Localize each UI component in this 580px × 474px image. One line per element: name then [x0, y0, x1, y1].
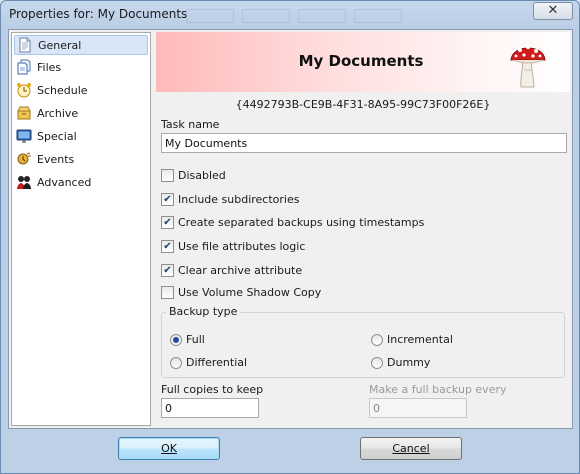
window-title: Properties for: My Documents — [9, 7, 188, 21]
sidebar-item-events[interactable]: Events — [14, 149, 148, 169]
option-clear-archive-attribute[interactable]: ✔ Clear archive attribute — [161, 264, 302, 277]
option-volume-shadow-copy[interactable]: Use Volume Shadow Copy — [161, 286, 321, 299]
sidebar-item-schedule[interactable]: Schedule — [14, 80, 148, 100]
radio-label: Dummy — [387, 356, 431, 369]
task-name-label: Task name — [161, 118, 220, 131]
sidebar-item-label: Special — [37, 129, 77, 143]
checkbox[interactable]: ✔ — [161, 240, 174, 253]
files-icon — [17, 59, 31, 75]
task-name-input[interactable] — [161, 133, 567, 153]
radio-label: Differential — [186, 356, 248, 369]
radio-button[interactable] — [170, 356, 182, 369]
radio-dummy[interactable]: Dummy — [371, 356, 430, 369]
option-label: Clear archive attribute — [178, 264, 303, 277]
backup-type-label: Backup type — [166, 305, 241, 318]
banner: My Documents — [156, 32, 570, 92]
full-backup-every-label: Make a full backup every — [369, 383, 507, 396]
full-copies-label: Full copies to keep — [161, 383, 264, 396]
sidebar-item-label: General — [38, 38, 82, 52]
radio-incremental[interactable]: Incremental — [371, 333, 453, 346]
title-bar[interactable]: Properties for: My Documents ✕ — [1, 1, 579, 29]
background-toolbar — [186, 9, 402, 23]
events-icon — [17, 152, 31, 165]
monitor-icon — [16, 129, 32, 143]
sidebar-item-archive[interactable]: Archive — [14, 103, 148, 123]
task-guid: {4492793B-CE9B-4F31-8A95-99C73F00F26E} — [235, 98, 491, 111]
sidebar-item-general[interactable]: General — [14, 35, 148, 55]
option-label: Use file attributes logic — [178, 240, 306, 253]
radio-full[interactable]: Full — [170, 333, 205, 346]
checkbox[interactable] — [161, 169, 174, 182]
archive-icon — [17, 106, 31, 120]
sidebar: General Files Schedule Archive Special E… — [11, 32, 151, 426]
option-include-subdirectories[interactable]: ✔ Include subdirectories — [161, 193, 299, 206]
radio-button[interactable] — [371, 356, 383, 369]
radio-differential[interactable]: Differential — [170, 356, 247, 369]
sidebar-item-files[interactable]: Files — [14, 57, 148, 77]
properties-window: Properties for: My Documents ✕ General F… — [0, 0, 580, 474]
option-separated-backups[interactable]: ✔ Create separated backups using timesta… — [161, 216, 424, 229]
alarm-clock-icon — [17, 83, 31, 98]
sidebar-item-label: Schedule — [37, 83, 88, 97]
advanced-icon — [17, 176, 31, 189]
checkbox[interactable]: ✔ — [161, 216, 174, 229]
checkbox[interactable] — [161, 286, 174, 299]
dialog-client: General Files Schedule Archive Special E… — [8, 29, 573, 429]
full-copies-input[interactable] — [161, 398, 259, 418]
radio-button[interactable] — [371, 333, 383, 346]
radio-button[interactable] — [170, 333, 182, 346]
option-label: Create separated backups using timestamp… — [178, 216, 425, 229]
ok-button-label: OK — [161, 442, 177, 455]
ok-button[interactable]: OK — [118, 437, 220, 460]
general-panel: My Documents {4492793B-CE9B-4F31-8A95-99… — [156, 32, 570, 426]
close-button[interactable]: ✕ — [533, 2, 573, 20]
sidebar-item-label: Advanced — [37, 175, 92, 189]
dialog-footer: OK Cancel — [8, 429, 573, 469]
option-label: Disabled — [178, 169, 226, 182]
full-backup-every-input[interactable] — [369, 398, 467, 418]
option-label: Include subdirectories — [178, 193, 300, 206]
document-icon — [19, 37, 31, 53]
radio-label: Incremental — [387, 333, 453, 346]
sidebar-item-label: Events — [37, 152, 75, 166]
sidebar-item-special[interactable]: Special — [14, 126, 148, 146]
radio-label: Full — [186, 333, 205, 346]
sidebar-item-label: Files — [37, 60, 62, 74]
mushroom-icon — [510, 44, 546, 88]
option-label: Use Volume Shadow Copy — [178, 286, 322, 299]
cancel-button[interactable]: Cancel — [360, 437, 462, 460]
checkbox[interactable]: ✔ — [161, 193, 174, 206]
option-file-attributes-logic[interactable]: ✔ Use file attributes logic — [161, 240, 305, 253]
sidebar-item-label: Archive — [37, 106, 79, 120]
sidebar-item-advanced[interactable]: Advanced — [14, 172, 148, 192]
checkbox[interactable]: ✔ — [161, 264, 174, 277]
banner-title: My Documents — [298, 52, 424, 70]
cancel-button-label: Cancel — [392, 442, 430, 455]
option-disabled[interactable]: Disabled — [161, 169, 226, 182]
